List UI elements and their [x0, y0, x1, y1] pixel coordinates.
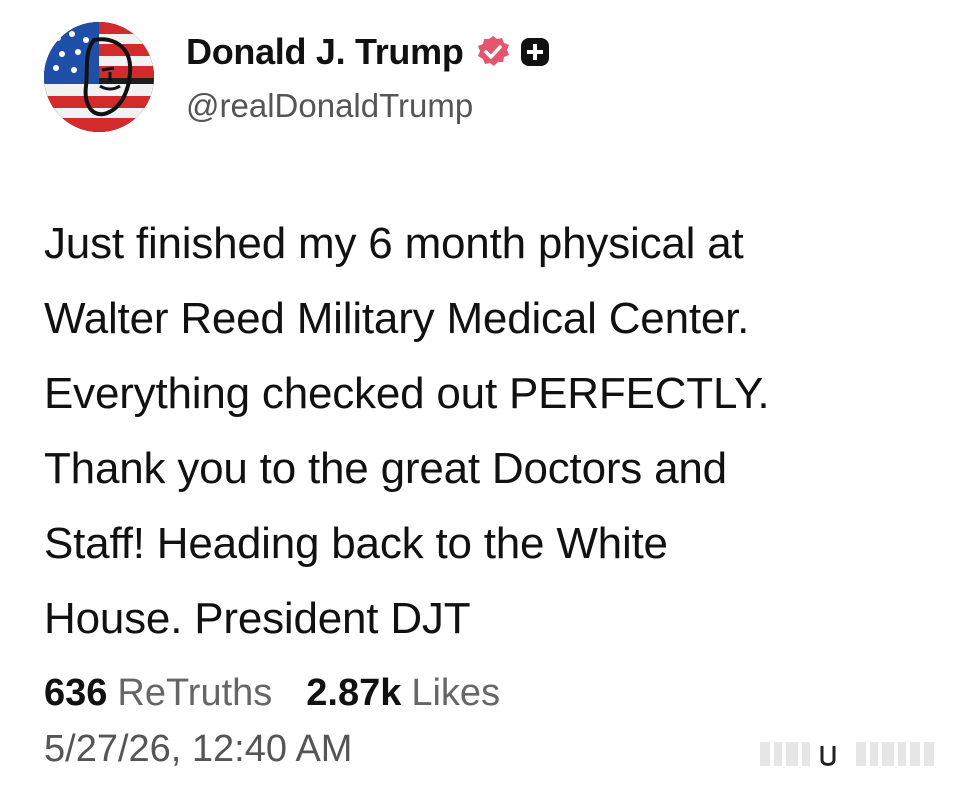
watermark-logo: [760, 738, 950, 772]
retruths-label[interactable]: ReTruths: [117, 672, 272, 715]
post-text: Just finished my 6 month physical at Wal…: [44, 219, 770, 643]
post-timestamp: 5/27/26, 12:40 AM: [44, 728, 353, 770]
likes-count[interactable]: 2.87k: [306, 672, 401, 715]
retruths-count[interactable]: 636: [44, 672, 107, 715]
verified-badge-icon: [476, 35, 510, 69]
author-avatar[interactable]: [44, 22, 154, 132]
likes-label[interactable]: Likes: [411, 672, 500, 715]
post-stats: 636 ReTruths 2.87k Likes: [44, 672, 500, 715]
truth-post: Donald J. Trump @realDonaldTrump Just fi…: [0, 0, 960, 786]
author-handle[interactable]: @realDonaldTrump: [186, 87, 473, 125]
author-name-row: Donald J. Trump: [186, 28, 550, 76]
flag-portrait-avatar-icon: [44, 22, 154, 132]
plus-badge-icon: [520, 37, 550, 67]
author-display-name[interactable]: Donald J. Trump: [186, 31, 464, 73]
